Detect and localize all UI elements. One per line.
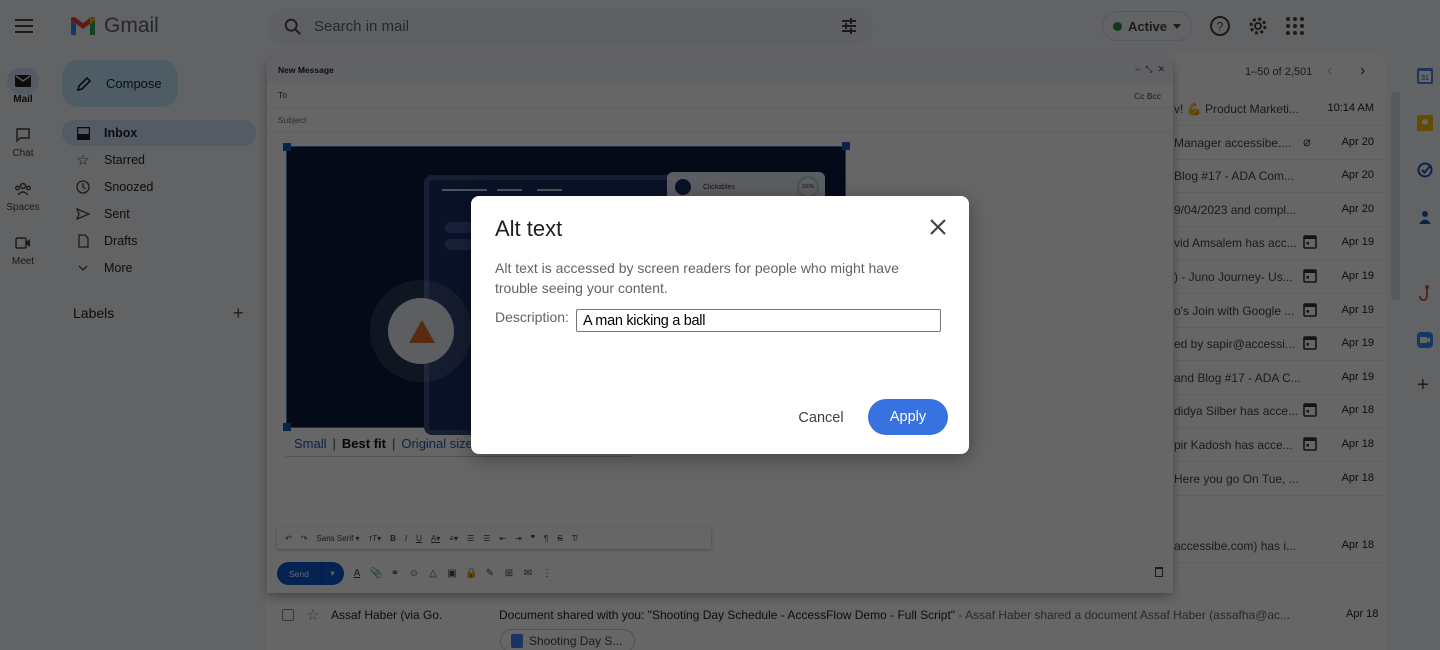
- dialog-description: Alt text is accessed by screen readers f…: [495, 260, 899, 296]
- alt-text-description-input[interactable]: [576, 309, 941, 332]
- apply-button[interactable]: Apply: [868, 399, 948, 435]
- close-icon[interactable]: [927, 216, 949, 238]
- description-label: Description:: [495, 309, 569, 325]
- gmail-app: Gmail Search in mail Active ? Mail Chat …: [0, 0, 1440, 650]
- cancel-button[interactable]: Cancel: [783, 400, 859, 436]
- alt-text-dialog: Alt text Alt text is accessed by screen …: [471, 196, 969, 454]
- dialog-title: Alt text: [495, 216, 563, 241]
